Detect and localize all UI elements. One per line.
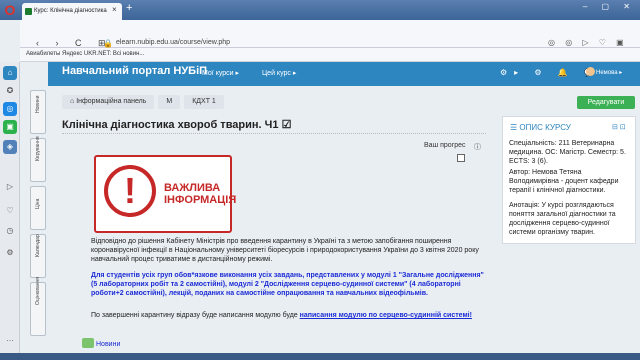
- breadcrumb-course[interactable]: КДХТ 1: [184, 95, 224, 109]
- vtab-calendar[interactable]: Календар: [30, 234, 46, 278]
- breadcrumb: ⌂ Інформаційна панель М КДХТ 1: [62, 95, 228, 109]
- vk-icon[interactable]: ◈: [3, 140, 17, 154]
- warning-line2: ІНФОРМАЦІЯ: [164, 194, 237, 206]
- quarantine-paragraph: Відповідно до рішення Кабінету Міністрів…: [91, 238, 479, 263]
- opera-sidebar: ⌂ ✪ ◎ ▣ ◈ ▷ ♡ ◷ ⚙ ···: [0, 62, 20, 360]
- news-forum-icon: [82, 338, 94, 348]
- window-controls[interactable]: – ▢ ✕: [583, 2, 636, 11]
- tab-close-icon[interactable]: ×: [112, 5, 117, 14]
- news-link[interactable]: Новини: [96, 341, 120, 348]
- author-text: Автор: Немова Тетяна Володимирівна - доц…: [509, 169, 619, 194]
- vtab-news[interactable]: Новини: [30, 90, 46, 134]
- help-icon[interactable]: ⓘ: [474, 142, 481, 152]
- vertical-tabs: Новини Керування Ціна Календар Оцінюванн…: [30, 90, 46, 350]
- star-icon[interactable]: ✪: [3, 84, 17, 98]
- home-icon[interactable]: ⌂: [3, 66, 17, 80]
- module-link[interactable]: написання модулю по серцево-судинній сис…: [300, 312, 472, 319]
- new-tab-button[interactable]: +: [126, 2, 132, 14]
- vtab-management[interactable]: Керування: [30, 136, 46, 182]
- bookmarks-bar[interactable]: Авиабилеты Яндекс UKR.NET: Всі новин...: [20, 48, 640, 62]
- progress-checkbox[interactable]: [457, 154, 465, 162]
- browser-tab[interactable]: Курс: Клінічна діагностика: [22, 3, 122, 20]
- tab-favicon-icon: [25, 8, 32, 15]
- vtab-label: Новини: [35, 95, 41, 113]
- messenger-icon[interactable]: ◎: [3, 102, 17, 116]
- avatar[interactable]: [586, 67, 595, 76]
- more-icon[interactable]: ···: [3, 334, 17, 348]
- students-paragraph: Для студентів усіх груп обов*язкове вико…: [91, 272, 484, 297]
- taskbar: [0, 353, 640, 360]
- vtab-label: Календар: [35, 234, 41, 257]
- vtab-label: Ціна: [35, 198, 41, 209]
- progress-label: Ваш прогрес: [424, 142, 466, 149]
- module-text: По завершенні карантину відразу буде нап…: [91, 312, 300, 319]
- page-title: Клінічна діагностика хвороб тварин. Ч1 ☑: [62, 119, 292, 131]
- whatsapp-icon[interactable]: ▣: [3, 120, 17, 134]
- breadcrumb-m[interactable]: М: [158, 95, 181, 109]
- settings-icon[interactable]: ⚙: [3, 246, 17, 260]
- divider: [62, 133, 486, 134]
- block-title: ОПИС КУРСУ: [519, 123, 571, 132]
- portal-brand[interactable]: Навчальний портал НУБіП: [62, 65, 207, 77]
- address-bar: [20, 20, 640, 48]
- lock-icon: 🔒: [103, 39, 113, 48]
- edit-button[interactable]: Редагувати: [577, 96, 635, 109]
- history-icon[interactable]: ◷: [3, 224, 17, 238]
- vtab-price[interactable]: Ціна: [30, 186, 46, 230]
- vtab-label: Керування: [35, 136, 41, 161]
- exclamation-icon: !: [104, 165, 156, 217]
- tab-title: Курс: Клінічна діагностика: [34, 8, 107, 14]
- heart-icon[interactable]: ♡: [3, 204, 17, 218]
- breadcrumb-dashboard[interactable]: ⌂ Інформаційна панель: [62, 95, 155, 109]
- block-header: ☰ ОПИС КУРСУ: [510, 123, 571, 132]
- this-course-menu[interactable]: Цей курс ▸: [262, 69, 296, 77]
- user-menu[interactable]: Немова ▸: [596, 69, 622, 76]
- my-courses-menu[interactable]: Мої курси ▸: [202, 69, 239, 77]
- vtab-grades[interactable]: Оцінювання: [30, 277, 46, 336]
- opera-icon[interactable]: O: [2, 2, 18, 18]
- warning-line1: ВАЖЛИВА: [164, 182, 221, 194]
- breadcrumb-label: Інформаційна панель: [76, 98, 147, 105]
- block-controls[interactable]: ⊟ ⊡: [612, 123, 626, 131]
- specialty-text: Спеціальність: 211 Ветеринарна медицина.…: [509, 140, 626, 165]
- url-field[interactable]: elearn.nubip.edu.ua/course/view.php: [116, 39, 230, 46]
- vtab-label: Оцінювання: [35, 277, 41, 305]
- annotation-text: Анотація: У курсі розглядаються поняття …: [509, 202, 616, 236]
- module-paragraph: По завершенні карантину відразу буде нап…: [91, 311, 491, 320]
- flow-icon[interactable]: ▷: [3, 180, 17, 194]
- important-info-text: ВАЖЛИВА ІНФОРМАЦІЯ: [164, 182, 236, 206]
